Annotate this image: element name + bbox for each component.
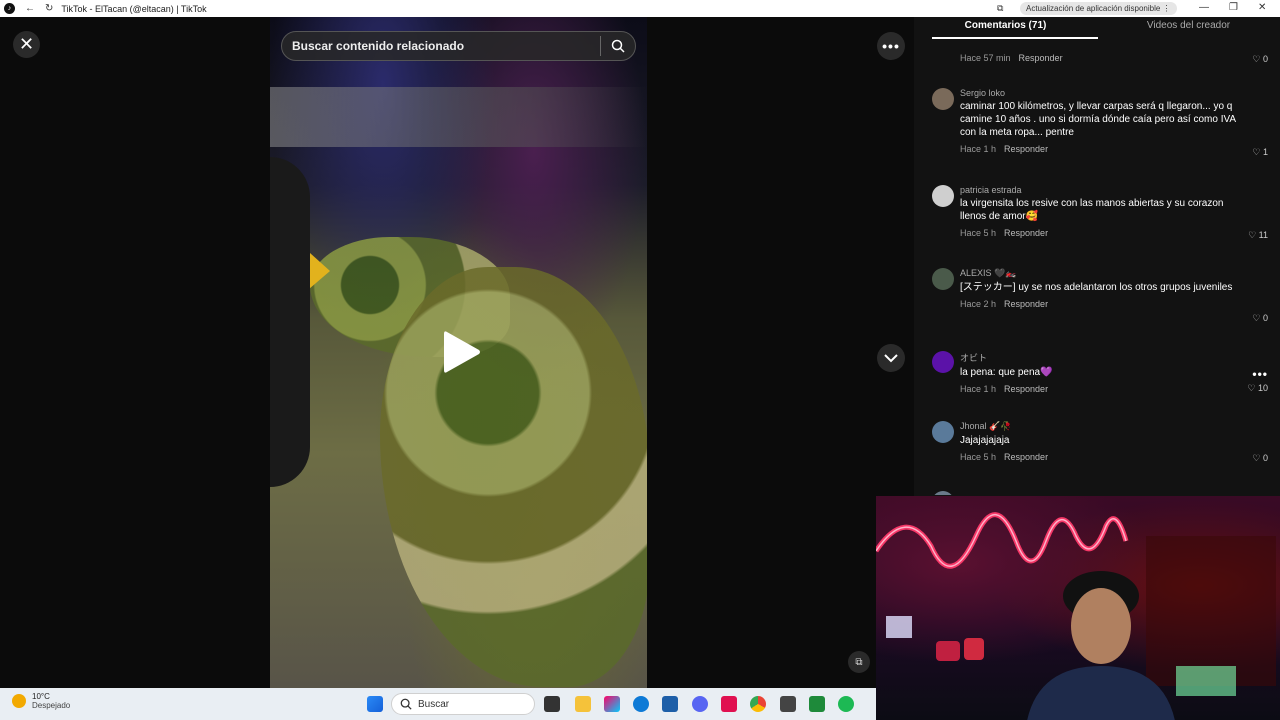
store-icon[interactable] — [662, 696, 678, 712]
edge-icon[interactable] — [633, 696, 649, 712]
chevron-down-icon — [884, 354, 898, 363]
comment-text: [ステッカー] uy se nos adelantaron los otros … — [960, 282, 1233, 293]
avatar[interactable] — [932, 421, 954, 443]
comment-time: Hace 5 h — [960, 452, 997, 462]
like-number: 0 — [1262, 54, 1268, 64]
tiktok-app-icon[interactable] — [721, 696, 737, 712]
share-icon[interactable]: ⧉ — [997, 3, 1003, 14]
reply-button[interactable]: Responder — [1004, 384, 1048, 394]
windows-taskbar: 10°C Despejado Buscar — [0, 688, 876, 720]
comment-username[interactable]: ALEXIS 🖤🏍️ — [960, 268, 1238, 279]
weather-temp: 10°C — [32, 692, 50, 701]
chrome-icon[interactable] — [750, 696, 766, 712]
like-number: 11 — [1258, 230, 1268, 240]
like-number: 0 — [1262, 453, 1268, 463]
comment-time: Hace 1 h — [960, 384, 997, 394]
reply-button[interactable]: Responder — [1004, 299, 1048, 309]
avatar[interactable] — [932, 88, 954, 110]
tab-underline — [932, 37, 1098, 39]
comment-meta: Hace 5 h Responder — [960, 452, 1238, 462]
comment-meta: Hace 57 min Responder — [960, 53, 1238, 63]
like-count[interactable]: ♡ 0 — [1252, 313, 1268, 324]
avatar[interactable] — [932, 351, 954, 373]
search-input[interactable]: Buscar contenido relacionado — [292, 39, 600, 53]
comment-time: Hace 5 h — [960, 228, 997, 238]
search-icon — [400, 698, 412, 710]
comment-meta: Hace 1 h Responder — [960, 384, 1238, 394]
minimize-icon[interactable]: — — [1199, 2, 1209, 13]
close-window-icon[interactable]: ✕ — [1258, 2, 1266, 13]
comment-username[interactable]: オビト — [960, 351, 1238, 364]
update-label: Actualización de aplicación disponible — [1026, 4, 1161, 13]
comment-meta: Hace 5 h Responder — [960, 228, 1238, 238]
next-video-button[interactable] — [877, 344, 905, 372]
like-count[interactable]: ♡ 10 — [1247, 383, 1268, 394]
comment-text: caminar 100 kilómetros, y llevar carpas … — [960, 101, 1236, 138]
tiktok-logo-icon: ♪ — [4, 3, 15, 14]
start-menu-icon[interactable] — [367, 696, 383, 712]
update-badge[interactable]: Actualización de aplicación disponible ⋮ — [1020, 2, 1177, 15]
comment-meta: Hace 1 h Responder — [960, 144, 1238, 154]
task-view-icon[interactable] — [544, 696, 560, 712]
weather-widget[interactable]: 10°C Despejado — [12, 692, 70, 710]
tab-creator-videos[interactable]: Videos del creador — [1097, 17, 1280, 39]
obs-icon[interactable] — [780, 696, 796, 712]
tent-shape — [380, 267, 647, 687]
play-icon[interactable] — [443, 329, 483, 375]
like-number: 1 — [1262, 147, 1268, 157]
reply-button[interactable]: Responder — [1004, 228, 1048, 238]
comment-username[interactable]: patricia estrada — [960, 185, 1238, 195]
bridge-shape — [270, 87, 647, 147]
reply-button[interactable]: Responder — [1019, 53, 1063, 63]
comment-text: Jajajajajaja — [960, 435, 1010, 446]
file-explorer-icon[interactable] — [575, 696, 591, 712]
tab-comments[interactable]: Comentarios (71) — [914, 17, 1097, 39]
xbox-icon[interactable] — [809, 696, 825, 712]
panel-tabs: Comentarios (71) Videos del creador — [914, 17, 1280, 39]
like-number: 10 — [1257, 383, 1268, 393]
comment-username[interactable]: Jhonal 🎸🥀 — [960, 421, 1238, 432]
maximize-icon[interactable]: ❐ — [1229, 2, 1238, 13]
comment-text: la pena: que pena💜 — [960, 367, 1053, 378]
close-video-button[interactable]: ✕ — [13, 31, 40, 58]
search-icon[interactable] — [601, 39, 635, 53]
picture-in-picture-icon[interactable]: ⧉ — [848, 651, 870, 673]
back-icon[interactable]: ← — [25, 3, 35, 14]
reply-button[interactable]: Responder — [1004, 144, 1048, 154]
like-count[interactable]: ♡ 11 — [1248, 230, 1268, 241]
reload-icon[interactable]: ↻ — [45, 3, 53, 14]
copilot-icon[interactable] — [604, 696, 620, 712]
moon-icon — [12, 694, 26, 708]
comment-text: la virgensita los resive con las manos a… — [960, 198, 1224, 222]
avatar[interactable] — [932, 491, 954, 495]
window-title: TikTok - ElTacan (@eltacan) | TikTok — [61, 3, 207, 14]
discord-icon[interactable] — [692, 696, 708, 712]
webcam-overlay — [876, 496, 1280, 720]
like-count[interactable]: ♡ 1 — [1252, 147, 1268, 158]
more-options-button[interactable]: ••• — [877, 32, 905, 60]
comment-time: Hace 2 h — [960, 299, 997, 309]
streamer-shape — [1027, 571, 1175, 720]
comments-panel: Comentarios (71) Videos del creador Hace… — [914, 17, 1280, 495]
comment-username[interactable]: Sergio loko — [960, 88, 1238, 98]
comment-time: Hace 57 min — [960, 53, 1011, 63]
like-count[interactable]: ♡ 0 — [1252, 453, 1268, 464]
reply-button[interactable]: Responder — [1004, 452, 1048, 462]
comment-options-icon[interactable]: ••• — [1252, 367, 1268, 381]
avatar[interactable] — [932, 185, 954, 207]
like-count[interactable]: ♡ 0 — [1252, 54, 1268, 65]
avatar[interactable] — [932, 268, 954, 290]
comment-meta: Hace 2 h Responder — [960, 299, 1238, 309]
person-jacket-shape — [270, 157, 310, 487]
weather-condition: Despejado — [32, 701, 71, 710]
comment-time: Hace 1 h — [960, 144, 997, 154]
related-search-bar[interactable]: Buscar contenido relacionado — [281, 31, 636, 61]
taskbar-search[interactable]: Buscar — [391, 693, 535, 715]
taskbar-search-label: Buscar — [418, 698, 450, 710]
browser-titlebar: ♪ ← ↻ TikTok - ElTacan (@eltacan) | TikT… — [0, 0, 1280, 17]
spotify-icon[interactable] — [838, 696, 854, 712]
like-number: 0 — [1262, 313, 1268, 323]
video-stage: ✕ Buscar contenido relacionado ••• ⧉ — [0, 17, 914, 688]
